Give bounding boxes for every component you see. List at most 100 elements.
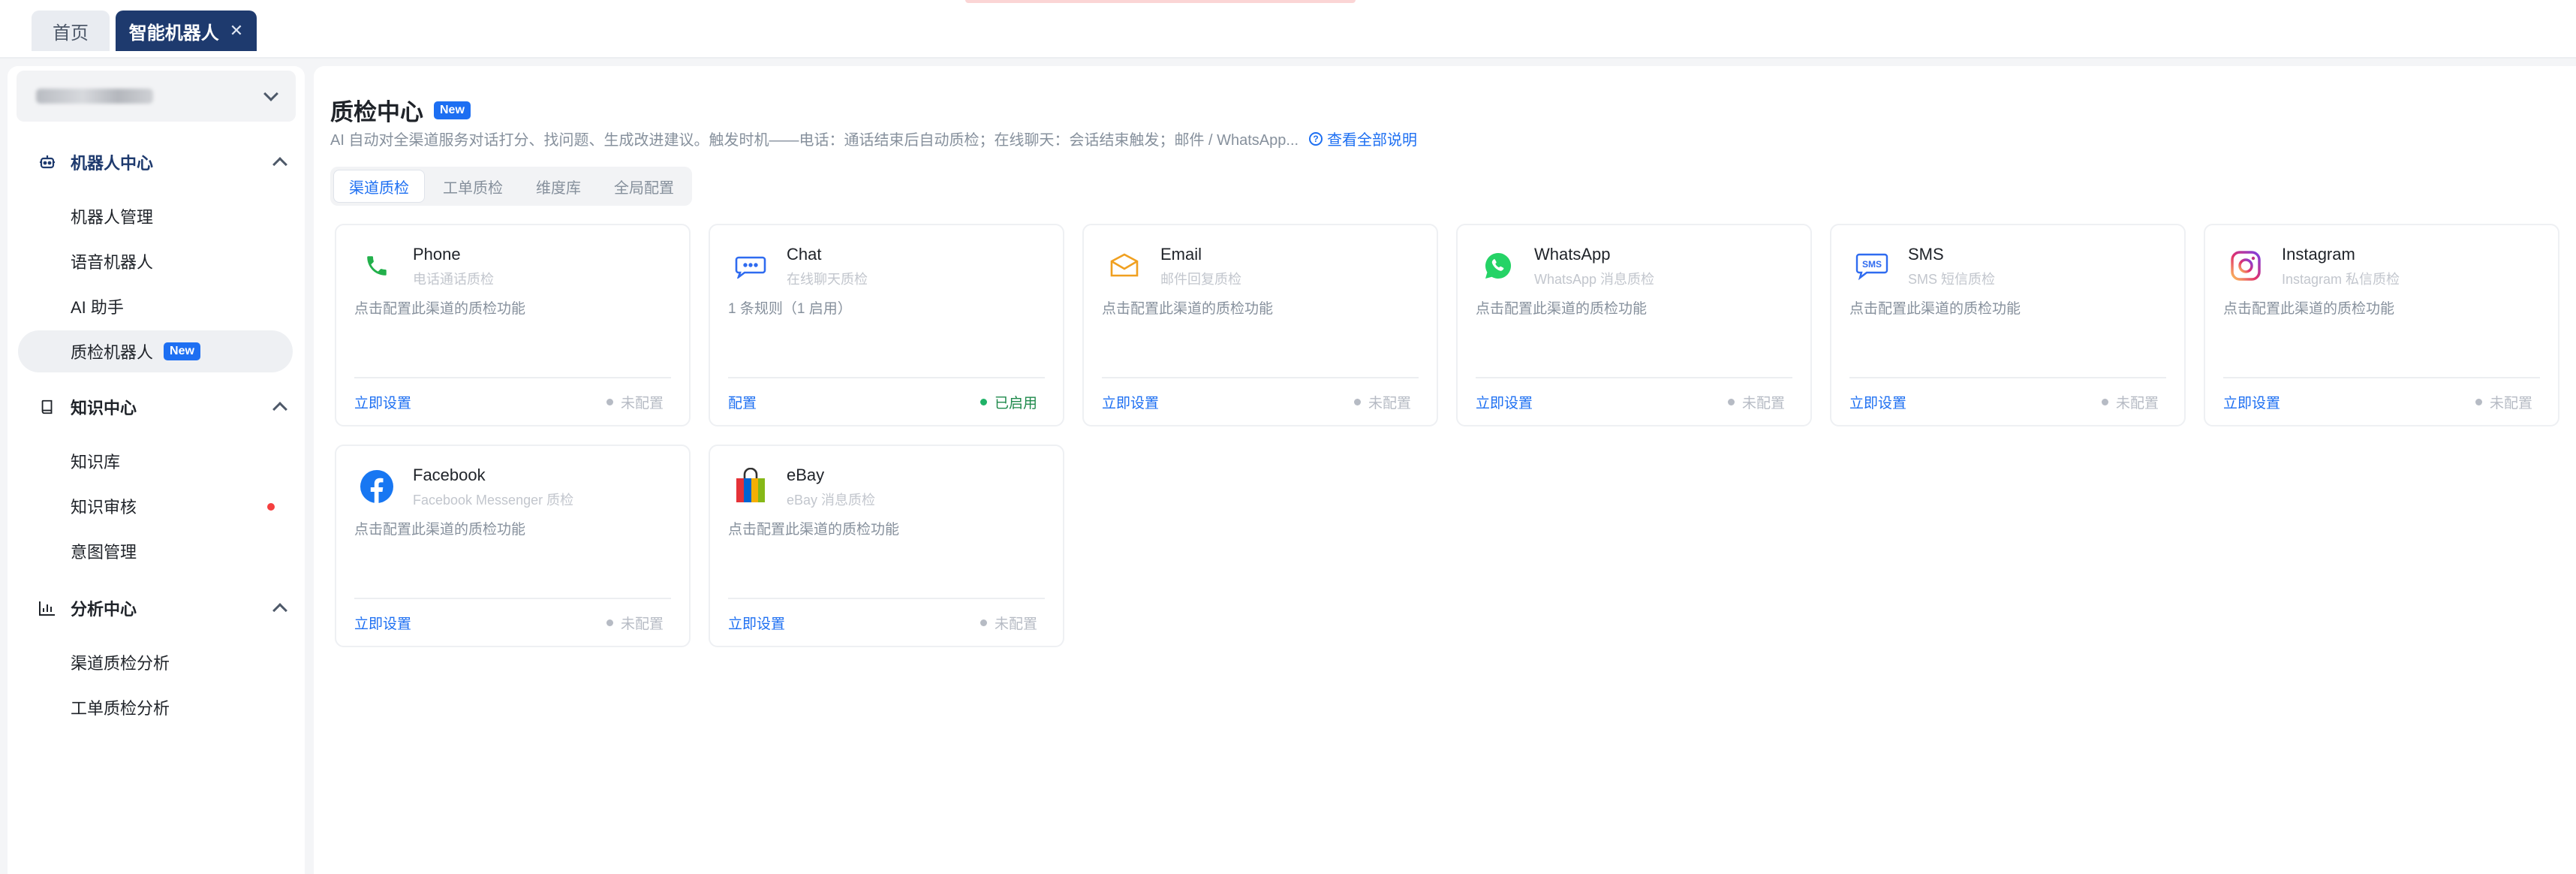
sidebar-group-knowledge-center[interactable]: 知识中心	[38, 389, 287, 425]
status-label: 未配置	[994, 616, 1037, 632]
setup-button[interactable]: 立即设置	[354, 613, 411, 633]
status-dot	[980, 399, 987, 405]
status-dot	[2101, 399, 2108, 405]
channel-card-email[interactable]: Email 邮件回复质检 点击配置此渠道的质检功能 立即设置 未配置	[1082, 224, 1438, 426]
book-icon	[38, 397, 57, 417]
status-dot	[1727, 399, 1735, 405]
sidebar-item-knowledge-review[interactable]: 知识审核	[18, 485, 293, 527]
setup-button[interactable]: 立即设置	[1849, 392, 1906, 412]
card-subtitle: eBay 消息质检	[787, 493, 876, 508]
card-title: Facebook	[413, 466, 486, 484]
card-title: eBay	[787, 466, 825, 484]
channel-card-sms[interactable]: SMS SMS SMS 短信质检 点击配置此渠道的质检功能 立即设置 未配置	[1830, 224, 2186, 426]
new-badge: New	[164, 342, 200, 360]
bar-chart-icon	[38, 598, 57, 618]
sidebar-item-ticket-qa-analysis[interactable]: 工单质检分析	[18, 686, 293, 728]
channel-card-ebay[interactable]: eBay eBay 消息质检 点击配置此渠道的质检功能 立即设置 未配置	[709, 445, 1064, 647]
card-title: WhatsApp	[1534, 245, 1611, 264]
tab-smart-robot-label: 智能机器人	[128, 23, 219, 44]
setup-button[interactable]: 立即设置	[1102, 392, 1159, 412]
sidebar-item-robot-management[interactable]: 机器人管理	[18, 195, 293, 237]
phone-icon	[357, 246, 396, 285]
facebook-icon	[357, 467, 396, 506]
channel-card-facebook[interactable]: Facebook Facebook Messenger 质检 点击配置此渠道的质…	[335, 445, 691, 647]
card-subtitle: WhatsApp 消息质检	[1534, 272, 1655, 287]
status-label: 已启用	[994, 396, 1037, 411]
tab-home[interactable]: 首页	[32, 11, 110, 51]
tab-smart-robot[interactable]: 智能机器人 ✕	[116, 11, 257, 51]
card-title: Instagram	[2282, 245, 2355, 264]
sidebar-item-knowledge-base[interactable]: 知识库	[18, 440, 293, 482]
status-badge: 未配置	[2101, 392, 2159, 412]
tab-label: 工单质检	[443, 179, 503, 197]
card-description: 点击配置此渠道的质检功能	[728, 522, 900, 538]
sidebar-item-label: 知识审核	[71, 498, 137, 517]
chevron-up-icon	[272, 157, 287, 172]
card-subtitle: SMS 短信质检	[1908, 272, 1996, 287]
card-divider	[354, 377, 671, 378]
sidebar-item-label: 机器人管理	[71, 208, 154, 227]
card-description: 点击配置此渠道的质检功能	[2223, 301, 2395, 317]
card-description: 点击配置此渠道的质检功能	[354, 301, 526, 317]
sidebar-item-label: 意图管理	[71, 543, 137, 562]
chevron-up-icon	[272, 603, 287, 618]
ebay-icon	[731, 467, 770, 506]
chevron-up-icon	[272, 402, 287, 417]
tab-label: 维度库	[536, 179, 581, 197]
tab-close-icon[interactable]: ✕	[230, 21, 243, 41]
setup-button[interactable]: 立即设置	[2223, 392, 2280, 412]
sidebar-item-voice-robot[interactable]: 语音机器人	[18, 240, 293, 282]
tab-channel-qa[interactable]: 渠道质检	[333, 170, 425, 203]
card-title: SMS	[1908, 245, 1944, 264]
tab-label: 渠道质检	[349, 179, 409, 197]
status-label: 未配置	[620, 616, 664, 632]
card-description: 点击配置此渠道的质检功能	[1102, 301, 1274, 317]
top-tab-bar: 首页 智能机器人 ✕	[0, 0, 2576, 59]
setup-button[interactable]: 立即设置	[728, 613, 785, 633]
status-dot	[2475, 399, 2482, 405]
sidebar-group-analysis-center[interactable]: 分析中心	[38, 590, 287, 626]
card-subtitle: 在线聊天质检	[787, 272, 868, 287]
account-switcher[interactable]	[17, 71, 296, 122]
setup-button[interactable]: 立即设置	[1476, 392, 1533, 412]
channel-card-whatsapp[interactable]: WhatsApp WhatsApp 消息质检 点击配置此渠道的质检功能 立即设置…	[1456, 224, 1812, 426]
card-title: Chat	[787, 245, 822, 264]
setup-button[interactable]: 立即设置	[354, 392, 411, 412]
main-content: 质检中心 New AI 自动对全渠道服务对话打分、找问题、生成改进建议。触发时机…	[314, 66, 2576, 874]
sidebar-item-label: 渠道质检分析	[71, 654, 170, 673]
sidebar-item-ai-assistant[interactable]: AI 助手	[18, 285, 293, 327]
tab-ticket-qa[interactable]: 工单质检	[428, 170, 518, 203]
tab-dimension-library[interactable]: 维度库	[521, 170, 596, 203]
tab-label: 全局配置	[614, 179, 674, 197]
account-name-redacted	[36, 89, 153, 104]
status-label: 未配置	[1741, 396, 1785, 411]
status-badge: 未配置	[2475, 392, 2532, 412]
view-all-link[interactable]: ? 查看全部说明	[1309, 128, 1417, 149]
sidebar-item-channel-qa-analysis[interactable]: 渠道质检分析	[18, 641, 293, 683]
card-description: 点击配置此渠道的质检功能	[354, 522, 526, 538]
channel-card-chat[interactable]: Chat 在线聊天质检 1 条规则（1 启用） 配置 已启用	[709, 224, 1064, 426]
sidebar-item-intent-management[interactable]: 意图管理	[18, 530, 293, 572]
card-description: 点击配置此渠道的质检功能	[1476, 301, 1648, 317]
status-badge: 未配置	[606, 392, 664, 412]
card-divider	[1849, 377, 2166, 378]
status-dot	[606, 399, 613, 405]
sidebar-group-robot-center[interactable]: 机器人中心	[38, 144, 287, 180]
tab-global-config[interactable]: 全局配置	[599, 170, 689, 203]
help-circle-icon: ?	[1309, 131, 1323, 146]
card-description: 1 条规则（1 启用）	[728, 301, 852, 317]
configure-button[interactable]: 配置	[728, 392, 757, 412]
sidebar-item-label: 语音机器人	[71, 253, 154, 272]
card-subtitle: Instagram 私信质检	[2282, 272, 2400, 287]
channel-card-instagram[interactable]: Instagram Instagram 私信质检 点击配置此渠道的质检功能 立即…	[2204, 224, 2559, 426]
page-description-text: AI 自动对全渠道服务对话打分、找问题、生成改进建议。触发时机——电话：通话结束…	[330, 132, 1299, 149]
channel-card-phone[interactable]: Phone 电话通话质检 点击配置此渠道的质检功能 立即设置 未配置	[335, 224, 691, 426]
card-title: Email	[1160, 245, 1202, 264]
status-label: 未配置	[620, 396, 664, 411]
segmented-tabs: 渠道质检 工单质检 维度库 全局配置	[330, 167, 692, 206]
sidebar-group-title: 机器人中心	[71, 154, 154, 173]
status-badge: 未配置	[980, 613, 1037, 633]
page-title: 质检中心	[330, 99, 423, 125]
sidebar-item-qa-robot[interactable]: 质检机器人 New	[18, 330, 293, 372]
status-badge: 未配置	[606, 613, 664, 633]
